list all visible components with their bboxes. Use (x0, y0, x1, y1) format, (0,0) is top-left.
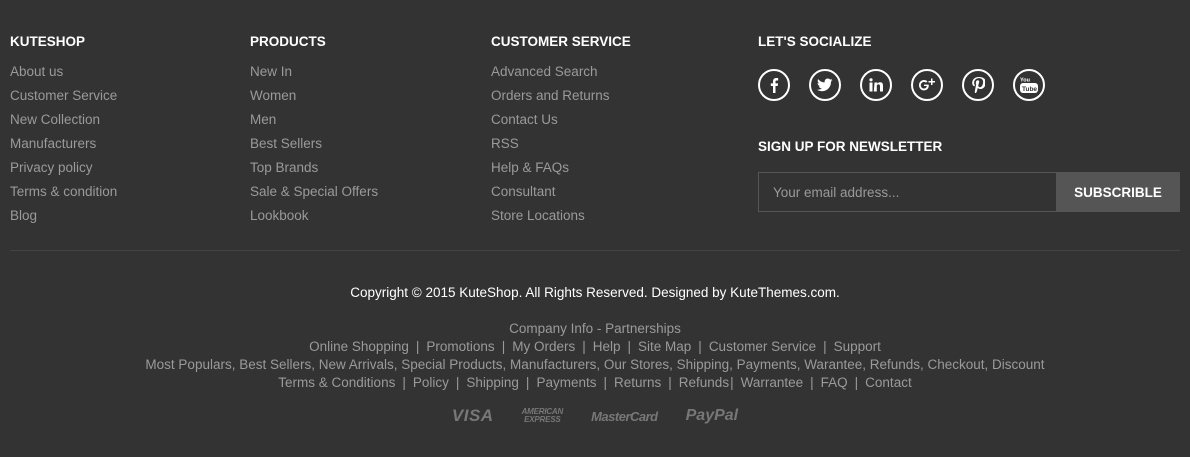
subscribe-button[interactable]: SUBSCRIBLE (1056, 172, 1180, 212)
newsletter-form: SUBSCRIBLE (758, 172, 1180, 212)
list-item: RSS (491, 136, 631, 160)
list-item: Blog (10, 208, 117, 232)
link-warrantee[interactable]: Warrantee (741, 375, 804, 390)
link-policy[interactable]: Policy (413, 375, 449, 390)
list-item: About us (10, 64, 117, 88)
google-plus-icon[interactable] (911, 69, 943, 101)
facebook-icon[interactable] (758, 69, 790, 101)
link-returns[interactable]: Returns (614, 375, 661, 390)
footer-link-help-faqs[interactable]: Help & FAQs (491, 160, 569, 175)
svg-text:Tube: Tube (1022, 86, 1037, 93)
list-item: Orders and Returns (491, 88, 631, 112)
footer-link-best-sellers[interactable]: Best Sellers (250, 136, 322, 151)
footer-link-consultant[interactable]: Consultant (491, 184, 556, 199)
amex-line2: EXPRESS (524, 415, 561, 424)
list-item: Terms & condition (10, 184, 117, 208)
footer-link-advanced-search[interactable]: Advanced Search (491, 64, 598, 79)
list-item: Top Brands (250, 160, 378, 184)
link-payments[interactable]: Payments (536, 375, 596, 390)
footer-link-privacy-policy[interactable]: Privacy policy (10, 160, 93, 175)
newsletter-title: SIGN UP FOR NEWSLETTER (758, 139, 943, 154)
category-links[interactable]: Most Populars, Best Sellers, New Arrival… (145, 357, 1044, 372)
footer-link-lookbook[interactable]: Lookbook (250, 208, 309, 223)
company-info-link[interactable]: Company Info - Partnerships (509, 321, 681, 336)
list-item: Best Sellers (250, 136, 378, 160)
footer-link-women[interactable]: Women (250, 88, 296, 103)
footer-column-products: PRODUCTS New In Women Men Best Sellers T… (250, 34, 378, 232)
footer-link-manufacturers[interactable]: Manufacturers (10, 136, 96, 151)
list-item: Consultant (491, 184, 631, 208)
list-item: New Collection (10, 112, 117, 136)
payment-methods: VISA AMERICAN EXPRESS MasterCard PayPal (0, 406, 1190, 426)
footer-link-top-brands[interactable]: Top Brands (250, 160, 318, 175)
column-title: KUTESHOP (10, 34, 86, 49)
footer-column-kuteshop: KUTESHOP About us Customer Service New C… (10, 34, 117, 232)
footer-link-sale-offers[interactable]: Sale & Special Offers (250, 184, 378, 199)
copyright-text: Copyright © 2015 KuteShop. All Rights Re… (350, 285, 840, 300)
link-list: New In Women Men Best Sellers Top Brands… (250, 64, 378, 232)
divider (10, 250, 1180, 251)
footer-link-blog[interactable]: Blog (10, 208, 37, 223)
linkedin-icon[interactable] (860, 69, 892, 101)
social-title: LET'S SOCIALIZE (758, 34, 872, 49)
footer: KUTESHOP About us Customer Service New C… (0, 0, 1190, 457)
svg-text:You: You (1020, 78, 1030, 84)
footer-link-orders-returns[interactable]: Orders and Returns (491, 88, 610, 103)
paypal-logo: PayPal (685, 407, 739, 424)
footer-link-customer-service[interactable]: Customer Service (10, 88, 117, 103)
link-promotions[interactable]: Promotions (426, 339, 494, 354)
list-item: Customer Service (10, 88, 117, 112)
list-item: Lookbook (250, 208, 378, 232)
list-item: Sale & Special Offers (250, 184, 378, 208)
footer-link-new-in[interactable]: New In (250, 64, 292, 79)
link-help[interactable]: Help (593, 339, 621, 354)
list-item: Advanced Search (491, 64, 631, 88)
column-title: CUSTOMER SERVICE (491, 34, 631, 49)
column-title: PRODUCTS (250, 34, 326, 49)
bottom-row-company: Company Info - Partnerships (0, 321, 1190, 339)
email-input[interactable] (758, 172, 1056, 212)
link-terms-conditions[interactable]: Terms & Conditions (278, 375, 395, 390)
bottom-row-services: Online Shopping | Promotions | My Orders | Hel… (309, 339, 881, 354)
link-shipping[interactable]: Shipping (466, 375, 519, 390)
footer-column-social-newsletter: LET'S SOCIALIZE You Tube SIGN UP FOR NEWS… (758, 34, 1180, 212)
link-site-map[interactable]: Site Map (638, 339, 691, 354)
list-item: Manufacturers (10, 136, 117, 160)
link-list: About us Customer Service New Collection… (10, 64, 117, 232)
link-contact[interactable]: Contact (865, 375, 912, 390)
footer-link-contact-us[interactable]: Contact Us (491, 112, 558, 127)
list-item: Women (250, 88, 378, 112)
footer-link-rss[interactable]: RSS (491, 136, 519, 151)
bottom-links: Company Info - Partnerships Online Shopp… (0, 321, 1190, 393)
visa-logo: VISA (451, 406, 494, 425)
list-item: Men (250, 112, 378, 136)
twitter-icon[interactable] (809, 69, 841, 101)
amex-logo: AMERICAN EXPRESS (522, 408, 564, 424)
link-list: Advanced Search Orders and Returns Conta… (491, 64, 631, 232)
footer-link-terms[interactable]: Terms & condition (10, 184, 117, 199)
pinterest-icon[interactable] (962, 69, 994, 101)
list-item: Privacy policy (10, 160, 117, 184)
list-item: New In (250, 64, 378, 88)
link-faq[interactable]: FAQ (821, 375, 848, 390)
footer-link-about-us[interactable]: About us (10, 64, 63, 79)
mastercard-logo: MasterCard (591, 408, 658, 424)
bottom-row-categories: Most Populars, Best Sellers, New Arrival… (0, 357, 1190, 375)
social-links: You Tube (758, 69, 1180, 101)
list-item: Help & FAQs (491, 160, 631, 184)
link-support[interactable]: Support (834, 339, 881, 354)
list-item: Contact Us (491, 112, 631, 136)
link-refunds[interactable]: Refunds (679, 375, 729, 390)
footer-link-men[interactable]: Men (250, 112, 276, 127)
list-item: Store Locations (491, 208, 631, 232)
footer-column-customer-service: CUSTOMER SERVICE Advanced Search Orders … (491, 34, 631, 232)
bottom-row-policies: Terms & Conditions | Policy | Shipping | Payme… (278, 375, 912, 390)
link-online-shopping[interactable]: Online Shopping (309, 339, 409, 354)
footer-link-store-locations[interactable]: Store Locations (491, 208, 585, 223)
link-my-orders[interactable]: My Orders (512, 339, 575, 354)
link-customer-service[interactable]: Customer Service (709, 339, 816, 354)
youtube-icon[interactable]: You Tube (1013, 69, 1045, 101)
footer-link-new-collection[interactable]: New Collection (10, 112, 100, 127)
